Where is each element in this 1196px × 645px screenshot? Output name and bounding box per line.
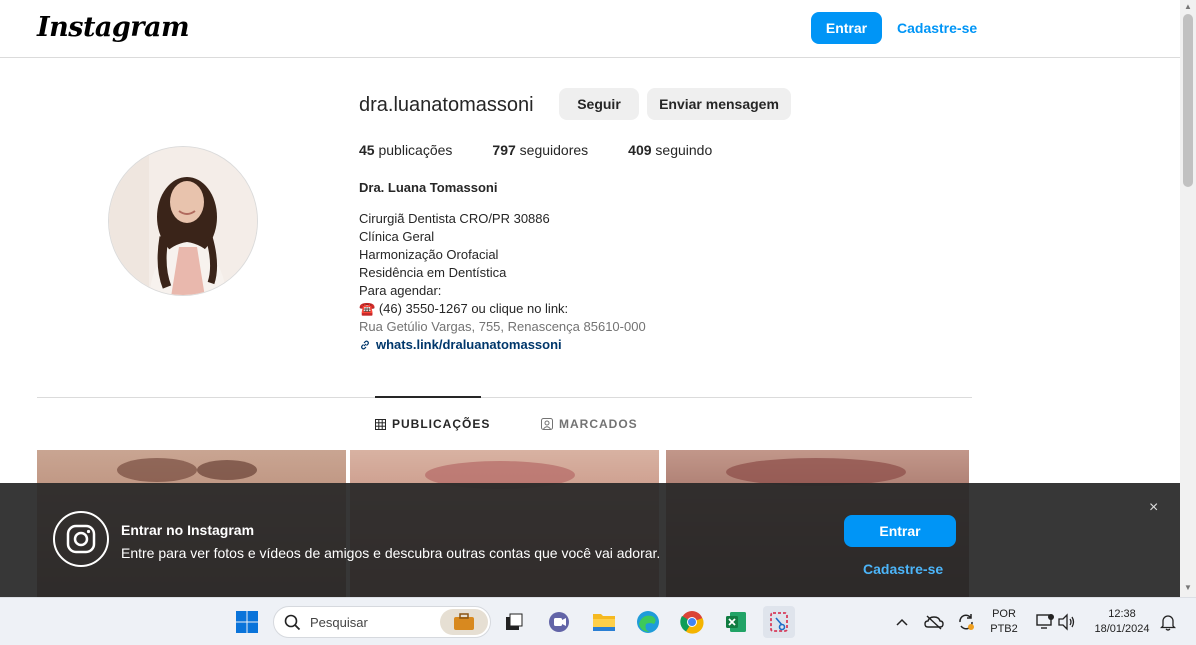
bio-line: Cirurgiã Dentista CRO/PR 30886	[359, 211, 550, 226]
bio-line: Clínica Geral	[359, 229, 435, 244]
active-tab-indicator	[375, 396, 481, 398]
link-icon	[361, 340, 369, 350]
profile-full-name: Dra. Luana Tomassoni	[359, 180, 498, 195]
grid-icon	[375, 418, 386, 430]
profile-bio: Cirurgiã Dentista CRO/PR 30886 Clínica G…	[359, 210, 646, 354]
clock[interactable]: 12:38 18/01/2024	[1086, 607, 1158, 637]
chrome-browser-icon[interactable]	[676, 606, 708, 638]
bio-external-link[interactable]: whats.link/draluanatomassoni	[359, 336, 646, 354]
banner-title: Entrar no Instagram	[121, 522, 255, 538]
banner-subtitle: Entre para ver fotos e vídeos de amigos …	[121, 545, 661, 561]
profile-stats: 45 publicações 797 seguidores 409 seguin…	[359, 142, 712, 158]
speaker-icon[interactable]	[1051, 606, 1083, 638]
file-explorer-icon[interactable]	[588, 606, 620, 638]
teams-chat-icon[interactable]	[543, 606, 575, 638]
instagram-logo[interactable]: Instagram	[37, 12, 190, 43]
bio-phone-line: ☎️ (46) 3550-1267 ou clique no link:	[359, 301, 569, 316]
follow-button[interactable]: Seguir	[559, 88, 639, 120]
login-prompt-banner: Entrar no Instagram Entre para ver fotos…	[0, 483, 1180, 597]
login-button[interactable]: Entrar	[811, 12, 882, 44]
cloud-offline-icon[interactable]	[918, 606, 950, 638]
snipping-tool-icon[interactable]	[763, 606, 795, 638]
bio-address: Rua Getúlio Vargas, 755, Renascença 8561…	[359, 319, 646, 334]
search-icon	[284, 614, 301, 631]
banner-signup-link[interactable]: Cadastre-se	[863, 561, 943, 577]
tagged-person-icon	[541, 418, 553, 430]
close-icon[interactable]: ×	[1149, 499, 1158, 517]
following-count[interactable]: 409 seguindo	[628, 142, 712, 158]
page-scrollbar[interactable]: ▲ ▼	[1180, 0, 1196, 597]
tabs-divider	[37, 397, 972, 398]
profile-avatar[interactable]	[108, 146, 258, 296]
bio-line: Para agendar:	[359, 283, 442, 298]
language-indicator[interactable]: POR PTB2	[988, 607, 1020, 637]
tab-tagged[interactable]: MARCADOS	[541, 417, 638, 431]
bio-line: Harmonização Orofacial	[359, 247, 499, 262]
task-view-icon[interactable]	[498, 606, 530, 638]
phone-icon: ☎️	[359, 301, 376, 316]
windows-taskbar: Pesquisar POR PTB2 12:38 18/01/2024	[0, 597, 1196, 645]
excel-icon[interactable]	[720, 606, 752, 638]
sync-icon[interactable]	[950, 606, 982, 638]
windows-start-icon[interactable]	[231, 606, 263, 638]
chevron-up-icon[interactable]	[886, 606, 918, 638]
signup-link[interactable]: Cadastre-se	[897, 20, 977, 36]
notification-bell-icon[interactable]	[1152, 606, 1184, 638]
tab-posts[interactable]: PUBLICAÇÕES	[375, 417, 490, 431]
posts-count: 45 publicações	[359, 142, 453, 158]
bio-line: Residência em Dentística	[359, 265, 507, 280]
scroll-up-arrow-icon[interactable]: ▲	[1184, 2, 1192, 11]
browser-viewport: Instagram Entrar Cadastre-se dra.luanato…	[0, 0, 1196, 597]
banner-login-button[interactable]: Entrar	[844, 515, 956, 547]
taskbar-search-input[interactable]: Pesquisar	[273, 606, 491, 638]
scroll-down-arrow-icon[interactable]: ▼	[1184, 583, 1192, 592]
send-message-button[interactable]: Enviar mensagem	[647, 88, 791, 120]
scrollbar-thumb[interactable]	[1183, 14, 1193, 187]
profile-username: dra.luanatomassoni	[359, 94, 534, 116]
followers-count[interactable]: 797 seguidores	[492, 142, 588, 158]
instagram-header: Instagram Entrar Cadastre-se	[0, 0, 1180, 58]
briefcase-icon	[440, 609, 488, 635]
instagram-icon	[53, 511, 109, 567]
edge-browser-icon[interactable]	[632, 606, 664, 638]
